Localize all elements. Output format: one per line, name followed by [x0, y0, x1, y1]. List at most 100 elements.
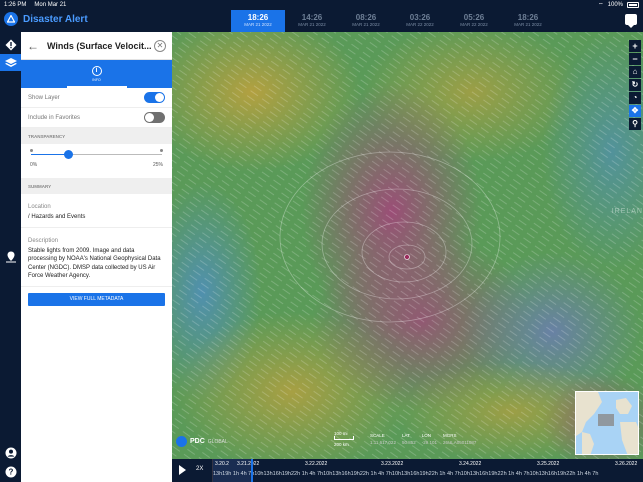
timeline-date: 3.24.2022 — [459, 461, 482, 467]
clock-date: MAR 21 2022 — [352, 22, 380, 27]
transparency-header: TRANSPARENCY — [21, 128, 172, 144]
wind-layer — [172, 32, 643, 459]
favorites-row: Include in Favorites — [21, 108, 172, 128]
clock-date: MAR 21 2022 — [298, 22, 326, 27]
coordinate-readout: SCALE 1:11,617,022 LAT 50.852 LON -29.101 MGRS… — [370, 433, 476, 445]
scale-bar — [334, 436, 354, 440]
status-bar: 1:26 PM Mon Mar 21 ⌔ 100% — [0, 0, 643, 10]
brand[interactable]: Disaster Alert — [4, 12, 88, 26]
pdc-logo-text: PDC — [190, 438, 205, 445]
timeline-date: 3.21.2022 — [237, 461, 260, 467]
slider-min-label: 0% — [30, 162, 38, 168]
timeline-scrubber[interactable]: 3.20.2 3.21.2022 3.22.2022 3.23.2022 3.24.20… — [212, 459, 643, 482]
view-metadata-button[interactable]: VIEW FULL METADATA — [28, 292, 165, 306]
layer-panel: ← Winds (Surface Velocit... ✕ i INFO Sho… — [21, 32, 172, 482]
battery-icon — [627, 2, 639, 8]
zoom-in-icon[interactable]: + — [629, 40, 641, 52]
location-block: Location / Hazards and Events — [21, 194, 172, 228]
scale-bottom-label: 200 km — [334, 442, 349, 447]
show-layer-row: Show Layer — [21, 88, 172, 108]
disaster-alert-logo-icon — [4, 12, 18, 26]
clock-date: MAR 22 2022 — [406, 22, 434, 27]
slider-knob[interactable] — [63, 150, 73, 159]
chat-icon[interactable] — [625, 14, 637, 28]
info-icon: i — [91, 66, 102, 76]
timeline-dates: 3.20.2 3.21.2022 3.22.2022 3.23.2022 3.24.20… — [213, 461, 643, 469]
show-layer-label: Show Layer — [28, 94, 60, 101]
playback-speed-button[interactable]: 2X — [196, 466, 203, 472]
readout-value: 50.852 — [401, 440, 416, 445]
app-title: Disaster Alert — [23, 13, 88, 25]
top-bar: Disaster Alert 18:26 MAR 21 2022 14:26 MAR … — [0, 10, 643, 32]
pdc-logo-icon — [176, 436, 187, 447]
readout-lat: LAT 50.852 — [402, 433, 416, 445]
refresh-icon[interactable]: ↻ — [629, 79, 641, 91]
zoom-out-icon[interactable]: − — [629, 53, 641, 65]
world-clocks: 18:26 MAR 21 2022 14:26 MAR 21 2022 08:26 MAR… — [231, 10, 555, 32]
timeline-cursor[interactable] — [251, 459, 253, 482]
clock-2[interactable]: 08:26 MAR 21 2022 — [339, 10, 393, 32]
slider-fill — [31, 154, 68, 155]
tab-info[interactable]: i INFO — [21, 60, 172, 88]
map-scale: 100 mi 200 km — [334, 431, 354, 447]
history-icon[interactable]: ◔ — [629, 92, 641, 104]
svg-text:?: ? — [8, 467, 13, 476]
home-icon[interactable]: ⌂ — [629, 66, 641, 78]
clock-3[interactable]: 03:26 MAR 22 2022 — [393, 10, 447, 32]
clock-date: MAR 21 2022 — [514, 22, 542, 27]
wind-map[interactable]: IRELAN + − ⌂ ↻ ◔ ✥ ⚲ PDC GLOBAL 100 mi 2… — [172, 32, 643, 459]
clock-0[interactable]: 18:26 MAR 21 2022 — [231, 10, 285, 32]
help-icon[interactable]: ? — [2, 463, 19, 480]
clock-time: 03:26 — [409, 13, 431, 22]
close-icon[interactable]: ✕ — [154, 39, 166, 52]
transparency-slider[interactable]: 0% 25% — [21, 144, 172, 172]
readout-value: -29.101 — [421, 440, 437, 445]
overview-minimap[interactable] — [575, 391, 639, 455]
readout-mgrs: MGRS 26ULA05011087 — [443, 433, 476, 445]
timeline: 2X 3.20.2 3.21.2022 3.22.2022 3.23.2022 3.24… — [172, 459, 643, 482]
status-time: 1:26 PM — [4, 2, 27, 8]
readout-label: LON — [421, 433, 431, 438]
clock-time: 18:26 — [247, 13, 269, 22]
description-block: Description Stable lights from 2009. Ima… — [21, 228, 172, 287]
clock-5[interactable]: 18:26 MAR 21 2022 — [501, 10, 555, 32]
pin-icon[interactable] — [2, 248, 19, 265]
clock-date: MAR 21 2022 — [244, 22, 272, 27]
readout-label: LAT — [401, 433, 410, 438]
favorites-label: Include in Favorites — [28, 114, 81, 121]
search-icon[interactable]: ⚲ — [629, 118, 641, 130]
pdc-logo: PDC GLOBAL — [176, 436, 228, 447]
readout-value: 1:11,617,022 — [370, 440, 396, 445]
readout-label: MGRS — [442, 433, 457, 438]
back-arrow-icon[interactable]: ← — [27, 39, 41, 53]
show-layer-toggle[interactable] — [144, 92, 165, 103]
summary-header: SUMMARY — [21, 178, 172, 194]
map-watermark: IRELAN — [611, 208, 643, 215]
clock-1[interactable]: 14:26 MAR 21 2022 — [285, 10, 339, 32]
timeline-hours: 13h19h 1h 4h 7h10h13h16h19h22h 1h 4h 7h1… — [213, 471, 599, 477]
location-label: Location — [28, 204, 51, 210]
readout-label: SCALE — [370, 433, 385, 438]
play-icon[interactable] — [176, 464, 188, 476]
panel-title: Winds (Surface Velocit... — [47, 40, 152, 51]
layers-icon[interactable] — [0, 54, 21, 71]
timeline-date: 3.26.2022 — [615, 461, 638, 467]
alert-icon[interactable] — [2, 36, 19, 53]
clock-time: 14:26 — [301, 13, 323, 22]
timeline-date: 3.22.2022 — [305, 461, 328, 467]
locate-icon[interactable]: ✥ — [629, 105, 641, 117]
map-toolbar: + − ⌂ ↻ ◔ ✥ ⚲ — [629, 40, 641, 130]
location-value: / Hazards and Events — [28, 214, 86, 220]
clock-4[interactable]: 05:26 MAR 22 2022 — [447, 10, 501, 32]
description-label: Description — [28, 237, 59, 244]
battery-percent: 100% — [607, 2, 623, 8]
storm-center-icon[interactable] — [404, 254, 410, 260]
favorites-toggle[interactable] — [144, 112, 165, 123]
panel-header: ← Winds (Surface Velocit... ✕ — [21, 32, 172, 60]
timeline-date: 3.23.2022 — [381, 461, 404, 467]
clock-date: MAR 22 2022 — [460, 22, 488, 27]
left-rail: ? — [0, 32, 21, 482]
wifi-icon: ⌔ — [598, 3, 604, 9]
minimap-viewport — [598, 414, 614, 426]
user-icon[interactable] — [2, 444, 19, 461]
